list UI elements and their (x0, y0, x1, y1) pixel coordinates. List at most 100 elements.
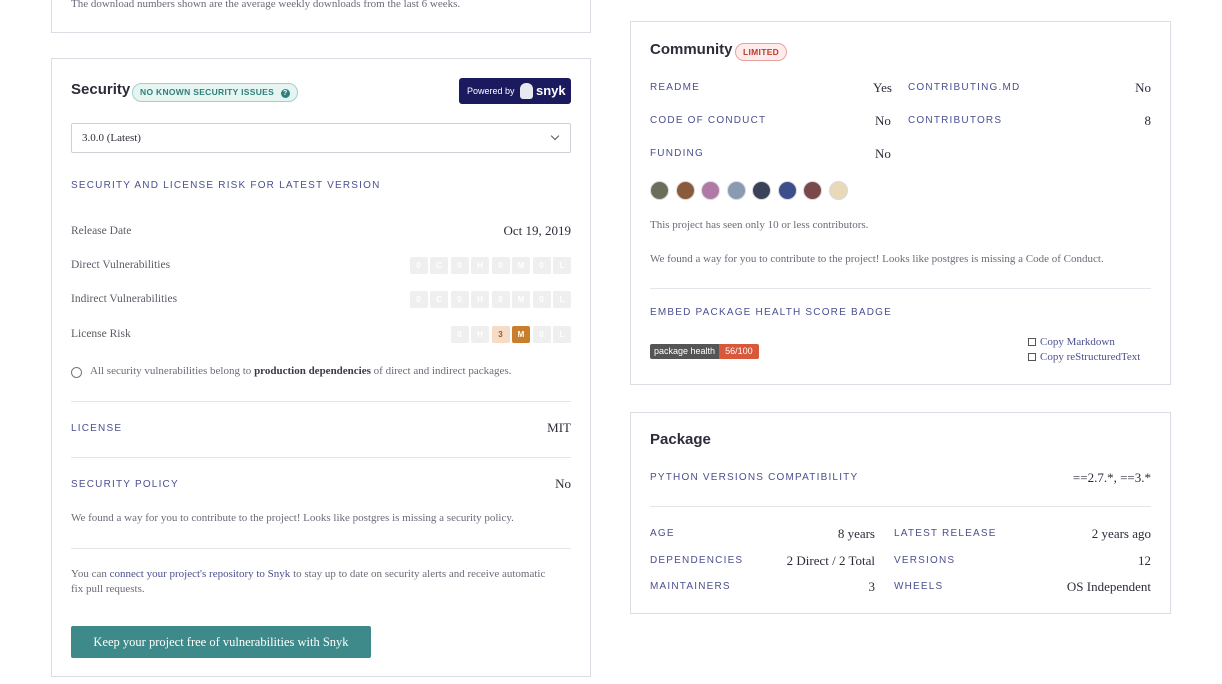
copy-markdown-button[interactable]: Copy Markdown (1028, 336, 1115, 348)
funding-value: No (875, 146, 891, 161)
severity-chip: 0 (450, 291, 469, 308)
severity-chip: L (553, 291, 571, 308)
severity-chip: 0 (491, 291, 510, 308)
snyk-cta-button[interactable]: Keep your project free of vulnerabilitie… (71, 626, 371, 658)
indirect-vuln-label: Indirect Vulnerabilities (71, 293, 178, 305)
age-label: AGE (650, 528, 675, 539)
version-select[interactable]: 3.0.0 (Latest) (71, 123, 571, 153)
contributor-avatar[interactable] (675, 181, 695, 200)
community-status-badge: LIMITED (735, 43, 788, 61)
divider (71, 401, 571, 402)
readme-label: README (650, 82, 700, 93)
security-policy-note: We found a way for you to contribute to … (71, 512, 514, 524)
security-policy-label: SECURITY POLICY (71, 479, 179, 490)
contributor-avatar[interactable] (828, 181, 848, 200)
maintainers-label: MAINTAINERS (650, 581, 731, 592)
coc-value: No (875, 113, 891, 128)
license-risk-label: License Risk (71, 328, 131, 340)
contributing-label: CONTRIBUTING.MD (908, 82, 1021, 93)
severity-chip: 0 (409, 257, 428, 274)
security-card: Security NO KNOWN SECURITY ISSUES ? Powe… (51, 58, 591, 677)
divider (650, 506, 1151, 507)
contributor-avatar[interactable] (650, 181, 669, 200)
copy-markdown-label: Copy Markdown (1040, 336, 1115, 348)
wheels-value: OS Independent (1066, 579, 1151, 594)
contributing-value: No (1135, 80, 1151, 95)
latest-release-label: LATEST RELEASE (894, 528, 997, 539)
health-score-badge[interactable]: package health 56/100 (650, 344, 759, 359)
package-card: Package PYTHON VERSIONS COMPATIBILITY ==… (630, 412, 1171, 614)
copy-icon (1028, 338, 1036, 346)
release-date-label: Release Date (71, 225, 132, 237)
risk-heading: SECURITY AND LICENSE RISK FOR LATEST VER… (71, 180, 381, 191)
versions-value: 12 (1138, 553, 1151, 568)
severity-chip: L (553, 257, 571, 274)
security-status-badge: NO KNOWN SECURITY ISSUES ? (132, 83, 298, 102)
help-icon[interactable]: ? (280, 89, 290, 98)
wheels-label: WHEELS (894, 581, 944, 592)
copy-icon (1028, 353, 1036, 361)
license-label: LICENSE (71, 423, 123, 434)
security-title: Security (71, 81, 131, 98)
severity-chip: 0 (450, 326, 469, 343)
readme-value: Yes (873, 80, 892, 95)
note-post: of direct and indirect packages. (370, 365, 512, 377)
health-badge-score: 56/100 (719, 344, 759, 359)
severity-chip: C (430, 291, 448, 308)
note-pre: All security vulnerabilities belong to (90, 365, 255, 377)
contributor-avatar[interactable] (701, 181, 720, 200)
connect-repo-link[interactable]: connect your project's repository to Sny… (110, 568, 291, 580)
security-badge-text: NO KNOWN SECURITY ISSUES (140, 87, 275, 97)
maintainers-value: 3 (868, 579, 876, 594)
security-policy-value: No (555, 476, 571, 491)
powered-by-text: Powered by (467, 86, 515, 96)
powered-by-snyk-badge[interactable]: Powered by snyk (459, 78, 571, 104)
severity-chip: 0 (532, 291, 551, 308)
severity-chip: H (471, 291, 489, 308)
contributor-avatar[interactable] (752, 181, 771, 200)
severity-chip: M (512, 257, 530, 274)
python-versions-label: PYTHON VERSIONS COMPATIBILITY (650, 472, 859, 483)
release-date-value: Oct 19, 2019 (503, 223, 571, 238)
dependencies-label: DEPENDENCIES (650, 555, 744, 566)
downloads-card: The download numbers shown are the avera… (51, 0, 591, 33)
divider (71, 548, 571, 549)
contributors-note: This project has seen only 10 or less co… (650, 219, 869, 231)
snyk-dog-icon (520, 83, 533, 99)
embed-heading: EMBED PACKAGE HEALTH SCORE BADGE (650, 307, 892, 318)
contributors-value: 8 (1144, 113, 1152, 128)
severity-chip: M (512, 326, 530, 343)
download-note: The download numbers shown are the avera… (71, 0, 461, 10)
severity-chip: H (471, 326, 489, 343)
contributor-avatar[interactable] (726, 181, 746, 200)
package-title: Package (650, 431, 711, 448)
connect-note: You can connect your project's repositor… (71, 567, 551, 597)
community-title: Community (650, 41, 733, 58)
severity-chip: 0 (409, 291, 428, 308)
chevron-down-icon (550, 131, 560, 141)
coc-label: CODE OF CONDUCT (650, 115, 767, 126)
direct-vuln-label: Direct Vulnerabilities (71, 259, 171, 271)
divider (71, 457, 571, 458)
connect-pre: You can (71, 568, 110, 580)
severity-chip: 0 (491, 257, 510, 274)
funding-label: FUNDING (650, 148, 704, 159)
contributor-avatar[interactable] (803, 181, 822, 200)
severity-chip: 0 (450, 257, 469, 274)
snyk-logo-text: snyk (536, 83, 566, 98)
severity-chip: 3 (491, 326, 510, 343)
severity-chip: 0 (532, 326, 551, 343)
copy-rst-label: Copy reStructuredText (1040, 351, 1141, 363)
health-badge-label: package health (650, 344, 720, 359)
version-select-value: 3.0.0 (Latest) (82, 132, 141, 144)
community-card: Community LIMITED README Yes CONTRIBUTIN… (630, 21, 1171, 385)
license-value: MIT (547, 420, 571, 435)
production-deps-note: All security vulnerabilities belong to p… (90, 365, 511, 377)
latest-release-value: 2 years ago (1091, 526, 1151, 541)
python-versions-value: ==2.7.*, ==3.* (1072, 470, 1151, 485)
divider (650, 288, 1151, 289)
severity-chip: M (512, 291, 530, 308)
note-bold: production dependencies (254, 365, 371, 377)
contributor-avatar[interactable] (777, 181, 797, 200)
copy-rst-button[interactable]: Copy reStructuredText (1028, 351, 1140, 363)
